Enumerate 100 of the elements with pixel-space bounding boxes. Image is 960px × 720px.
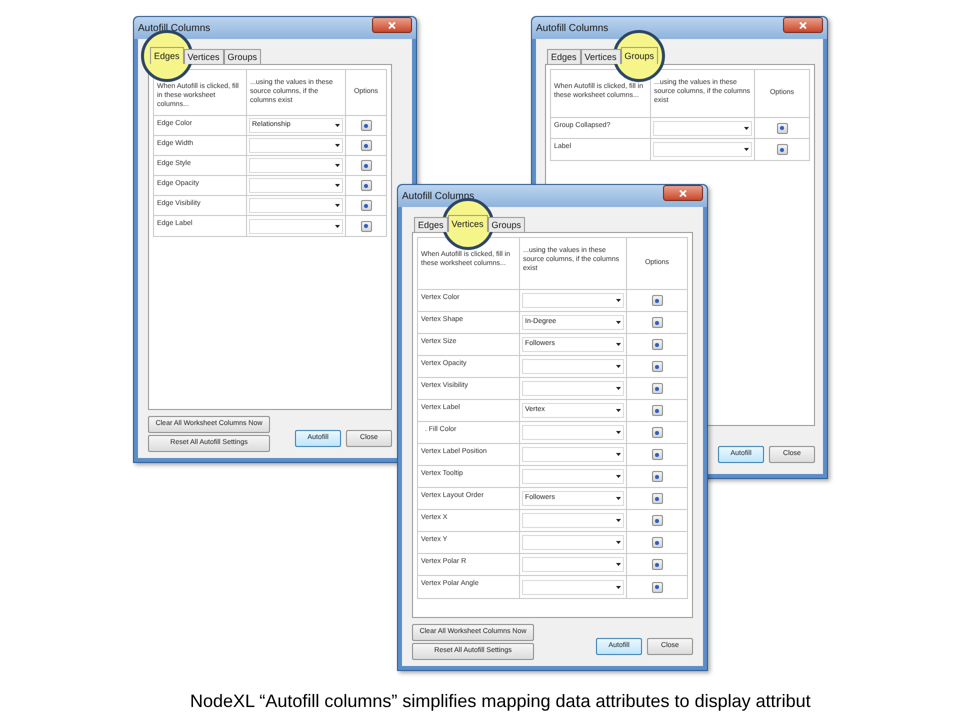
dropdown-field[interactable] xyxy=(522,425,624,440)
tab[interactable]: Edges xyxy=(547,49,581,64)
dot-icon xyxy=(655,474,659,478)
options-button[interactable] xyxy=(652,449,662,460)
close-icon xyxy=(679,190,687,196)
tab[interactable]: Groups xyxy=(224,49,262,64)
dropdown-field[interactable] xyxy=(249,198,343,213)
close-button[interactable] xyxy=(663,185,703,201)
dropdown-caret-icon xyxy=(616,321,621,324)
options-button[interactable] xyxy=(360,160,372,171)
tab[interactable]: Groups xyxy=(488,217,526,232)
options-button[interactable] xyxy=(652,339,662,350)
dropdown-field[interactable] xyxy=(522,580,624,594)
close-icon xyxy=(799,22,807,28)
dot-icon xyxy=(655,430,659,434)
dropdown-caret-icon xyxy=(616,453,621,456)
options-button[interactable] xyxy=(652,317,662,328)
window-title: Autofill Columns xyxy=(402,190,474,204)
window-title: Autofill Columns xyxy=(138,22,210,36)
dot-icon xyxy=(655,540,659,544)
dot-icon xyxy=(655,496,659,500)
dropdown-caret-icon xyxy=(335,184,340,187)
dropdown-caret-icon xyxy=(335,204,340,207)
dropdown-caret-icon xyxy=(616,365,621,368)
options-button[interactable] xyxy=(360,180,372,191)
dot-icon xyxy=(655,364,659,368)
dropdown-caret-icon xyxy=(616,387,621,390)
dot-icon xyxy=(655,585,659,589)
dropdown-caret-icon xyxy=(335,124,340,127)
options-button[interactable] xyxy=(652,427,662,438)
dropdown-field[interactable] xyxy=(249,138,343,153)
close-icon xyxy=(388,22,396,28)
dropdown-caret-icon xyxy=(335,144,340,147)
options-button[interactable] xyxy=(652,383,662,394)
dot-icon xyxy=(364,144,368,148)
dot-icon xyxy=(364,224,368,228)
dot-icon xyxy=(780,126,784,130)
dropdown-caret-icon xyxy=(616,431,621,434)
tab[interactable]: Groups xyxy=(620,47,658,64)
dropdown-caret-icon xyxy=(744,148,749,151)
options-button[interactable] xyxy=(776,144,788,155)
dropdown-field[interactable] xyxy=(522,535,624,550)
dot-icon xyxy=(655,320,659,324)
dropdown-field[interactable] xyxy=(653,142,752,157)
dropdown-caret-icon xyxy=(616,343,621,346)
dot-icon xyxy=(364,124,368,128)
options-button[interactable] xyxy=(360,140,372,151)
tab[interactable]: Vertices xyxy=(184,49,224,64)
options-button[interactable] xyxy=(652,361,662,372)
dropdown-caret-icon xyxy=(335,164,340,167)
options-button[interactable] xyxy=(652,471,662,482)
dropdown-field[interactable] xyxy=(522,359,624,374)
dropdown-caret-icon xyxy=(616,409,621,412)
close-button[interactable] xyxy=(372,17,412,33)
dot-icon xyxy=(780,148,784,152)
tab[interactable]: Vertices xyxy=(448,215,488,232)
dropdown-field[interactable] xyxy=(522,381,624,396)
dropdown-field[interactable] xyxy=(522,513,624,528)
options-button[interactable] xyxy=(776,122,788,134)
tab[interactable]: Vertices xyxy=(580,49,621,64)
dropdown-field[interactable] xyxy=(249,218,343,234)
dropdown-caret-icon xyxy=(335,224,340,228)
dot-icon xyxy=(655,518,659,522)
dropdown-caret-icon xyxy=(616,586,621,588)
dot-icon xyxy=(364,184,368,188)
dropdown-caret-icon xyxy=(616,299,621,302)
options-button[interactable] xyxy=(360,120,372,131)
options-button[interactable] xyxy=(652,405,662,416)
options-button[interactable] xyxy=(652,582,662,592)
dropdown-caret-icon xyxy=(616,497,621,500)
dropdown-field[interactable] xyxy=(249,158,343,173)
dot-icon xyxy=(655,298,659,302)
dot-icon xyxy=(655,562,659,566)
options-button[interactable] xyxy=(652,493,662,504)
dot-icon xyxy=(655,408,659,412)
dot-icon xyxy=(364,164,368,168)
tab[interactable]: Edges xyxy=(414,217,448,232)
dot-icon xyxy=(655,342,659,346)
dropdown-caret-icon xyxy=(616,541,621,544)
dropdown-field[interactable] xyxy=(522,447,624,462)
dropdown-field[interactable] xyxy=(249,178,343,193)
options-button[interactable] xyxy=(652,559,662,570)
options-button[interactable] xyxy=(360,220,372,232)
options-button[interactable] xyxy=(360,200,372,211)
dropdown-field[interactable] xyxy=(522,293,624,308)
options-button[interactable] xyxy=(652,515,662,526)
dropdown-caret-icon xyxy=(744,126,749,130)
dot-icon xyxy=(364,204,368,208)
dropdown-field[interactable] xyxy=(653,120,752,136)
tab[interactable]: Edges xyxy=(150,47,184,64)
slide-caption: NodeXL “Autofill columns” simplifies mapping data attributes to display attribut xyxy=(190,690,811,713)
options-button[interactable] xyxy=(652,295,662,306)
dropdown-caret-icon xyxy=(616,519,621,522)
dropdown-field[interactable] xyxy=(522,557,624,572)
options-button[interactable] xyxy=(652,537,662,548)
dropdown-caret-icon xyxy=(616,563,621,566)
dot-icon xyxy=(655,386,659,390)
dot-icon xyxy=(655,452,659,456)
close-button[interactable] xyxy=(783,17,823,33)
dropdown-field[interactable] xyxy=(522,469,624,484)
